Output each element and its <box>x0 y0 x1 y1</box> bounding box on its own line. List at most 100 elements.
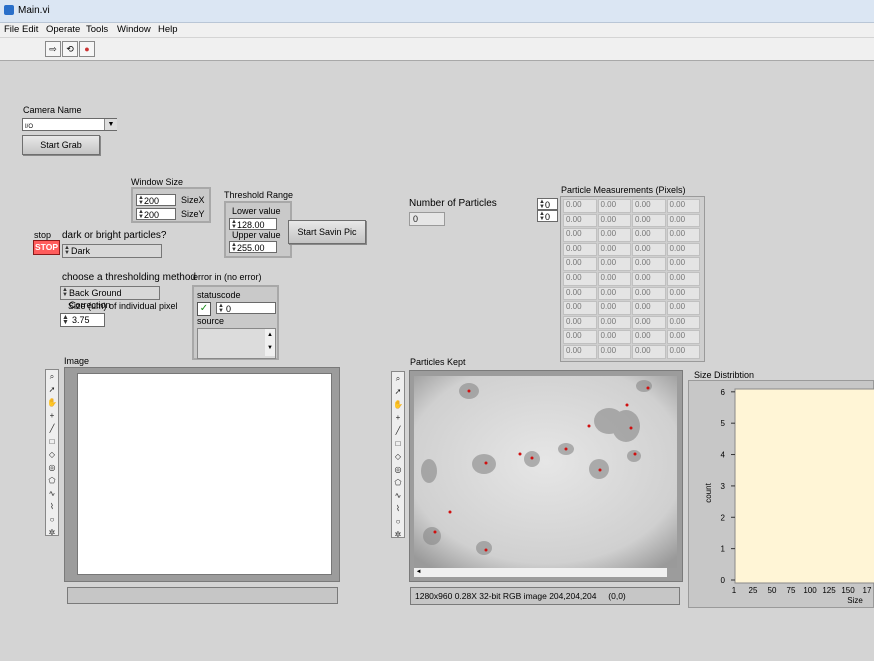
source-field[interactable]: ▲ ▼ <box>197 328 276 359</box>
magic-icon[interactable]: ✲ <box>392 528 404 541</box>
upper-value-field[interactable]: ▲ ▼ 255.00 <box>229 241 277 253</box>
table-cell: 0.00 <box>597 345 631 359</box>
table-cell: 0.00 <box>632 199 666 213</box>
size-y-label: SizeY <box>181 209 205 219</box>
table-cell: 0.00 <box>666 315 700 330</box>
menu-help[interactable]: Help <box>158 24 178 35</box>
menu-window[interactable]: Window <box>117 24 151 35</box>
stop-button[interactable]: STOP <box>33 240 60 255</box>
particles-tool-palette: ⌕ ➚ ✋ + ╱ □ ◇ ◎ ⬠ ∿ ⌇ ○ ✲ <box>391 371 405 541</box>
menu-file[interactable]: File <box>4 24 19 35</box>
title-bar: Main.vi <box>0 0 874 23</box>
particles-hscroll[interactable]: ◄ <box>414 568 667 577</box>
table-cell: 0.00 <box>666 228 700 242</box>
annulus-icon[interactable]: ◎ <box>392 463 404 476</box>
size-y-field[interactable]: ▲ ▼ 200 <box>136 208 176 220</box>
image-display[interactable] <box>77 373 332 575</box>
run-arrow-icon[interactable]: ⇨ <box>45 41 61 57</box>
pointer-icon[interactable]: ➚ <box>392 385 404 398</box>
menu-tools[interactable]: Tools <box>86 24 108 35</box>
stop-label: stop <box>34 230 52 240</box>
table-cell: 0.00 <box>632 228 666 242</box>
rotated-rect-icon[interactable]: ◇ <box>392 450 404 463</box>
threshold-method-ring[interactable]: ▲ ▼ Back Ground Correction <box>60 286 160 310</box>
zoom-icon[interactable]: ⌕ <box>392 372 404 385</box>
pointer-icon[interactable]: ➚ <box>46 383 58 396</box>
table-cell: 0.00 <box>597 330 631 344</box>
start-savin-pic-button[interactable]: Start Savin Pic <box>288 220 366 244</box>
y-tick-label: 4 <box>721 451 726 460</box>
pan-icon[interactable]: ✋ <box>392 398 404 411</box>
camera-name-label: Camera Name <box>23 105 82 115</box>
chevron-down-icon[interactable]: ▼ <box>104 119 117 130</box>
camera-name-field[interactable]: I/O <box>22 118 117 131</box>
table-cell: 0.00 <box>563 330 597 344</box>
particle-measurements-label: Particle Measurements (Pixels) <box>561 185 686 195</box>
freehand-icon[interactable]: ∿ <box>392 489 404 502</box>
error-code-field[interactable]: ▲ ▼ 0 <box>216 302 276 314</box>
oval-icon[interactable]: ○ <box>46 513 58 526</box>
table-cell: 0.00 <box>666 257 700 271</box>
x-tick-label: 125 <box>822 586 836 595</box>
y-tick-label: 5 <box>721 419 726 428</box>
polygon-icon[interactable]: ⬠ <box>392 476 404 489</box>
threshold-range-label: Threshold Range <box>224 190 294 200</box>
table-cell: 0.00 <box>666 345 700 359</box>
table-cell: 0.00 <box>666 272 700 286</box>
lower-value-field[interactable]: ▲ ▼ 128.00 <box>229 218 277 230</box>
size-x-field[interactable]: ▲ ▼ 200 <box>136 194 176 206</box>
source-scrollbar[interactable]: ▲ ▼ <box>265 329 275 356</box>
status-label: status <box>197 290 222 300</box>
dark-bright-ring[interactable]: ▲ ▼ Dark <box>62 244 162 258</box>
x-axis-label: Size <box>847 596 863 605</box>
point-icon[interactable]: + <box>392 411 404 424</box>
line-icon[interactable]: ╱ <box>46 422 58 435</box>
table-cell: 0.00 <box>666 330 700 344</box>
source-label: source <box>197 316 225 326</box>
freehand-icon[interactable]: ∿ <box>46 487 58 500</box>
window-size-cluster: ▲ ▼ 200 SizeX ▲ ▼ 200 SizeY <box>131 187 211 223</box>
row-index-field[interactable]: ▲ ▼ 0 <box>537 198 558 210</box>
broken-line-icon[interactable]: ⌇ <box>46 500 58 513</box>
size-distribution-title: Size Distribtion <box>694 370 755 380</box>
menu-operate[interactable]: Operate <box>46 24 80 35</box>
image-label: Image <box>64 356 90 366</box>
rotated-rect-icon[interactable]: ◇ <box>46 448 58 461</box>
polygon-icon[interactable]: ⬠ <box>46 474 58 487</box>
app-icon <box>4 5 14 15</box>
table-cell: 0.00 <box>563 315 597 330</box>
table-cell: 0.00 <box>563 199 597 213</box>
rectangle-icon[interactable]: □ <box>46 435 58 448</box>
annulus-icon[interactable]: ◎ <box>46 461 58 474</box>
table-cell: 0.00 <box>597 228 631 242</box>
threshold-method-label: choose a thresholding method <box>62 272 196 283</box>
particles-image[interactable] <box>414 376 677 568</box>
magic-icon[interactable]: ✲ <box>46 526 58 539</box>
point-icon[interactable]: + <box>46 409 58 422</box>
abort-icon[interactable]: ● <box>79 41 95 57</box>
menu-edit[interactable]: Edit <box>22 24 38 35</box>
image-status-bar <box>67 587 338 604</box>
col-index-field[interactable]: ▲ ▼ 0 <box>537 210 558 222</box>
table-cell: 0.00 <box>666 199 700 213</box>
table-cell: 0.00 <box>563 301 597 315</box>
y-tick-label: 2 <box>721 513 726 522</box>
table-cell: 0.00 <box>666 286 700 301</box>
y-tick-label: 1 <box>721 545 726 554</box>
table-cell: 0.00 <box>597 301 631 315</box>
size-x-label: SizeX <box>181 195 205 205</box>
rectangle-icon[interactable]: □ <box>392 437 404 450</box>
image-tool-palette: ⌕ ➚ ✋ + ╱ □ ◇ ◎ ⬠ ∿ ⌇ ○ ✲ <box>45 369 59 539</box>
oval-icon[interactable]: ○ <box>392 515 404 528</box>
x-tick-label: 100 <box>803 586 817 595</box>
line-icon[interactable]: ╱ <box>392 424 404 437</box>
table-cell: 0.00 <box>563 213 597 228</box>
start-grab-button[interactable]: Start Grab <box>22 135 100 155</box>
pan-icon[interactable]: ✋ <box>46 396 58 409</box>
zoom-icon[interactable]: ⌕ <box>46 370 58 383</box>
pixel-size-field[interactable]: ▲ ▼ 3.75 <box>60 313 105 327</box>
table-cell: 0.00 <box>597 242 631 257</box>
broken-line-icon[interactable]: ⌇ <box>392 502 404 515</box>
run-continuously-icon[interactable]: ⟲ <box>62 41 78 57</box>
table-cell: 0.00 <box>563 286 597 301</box>
